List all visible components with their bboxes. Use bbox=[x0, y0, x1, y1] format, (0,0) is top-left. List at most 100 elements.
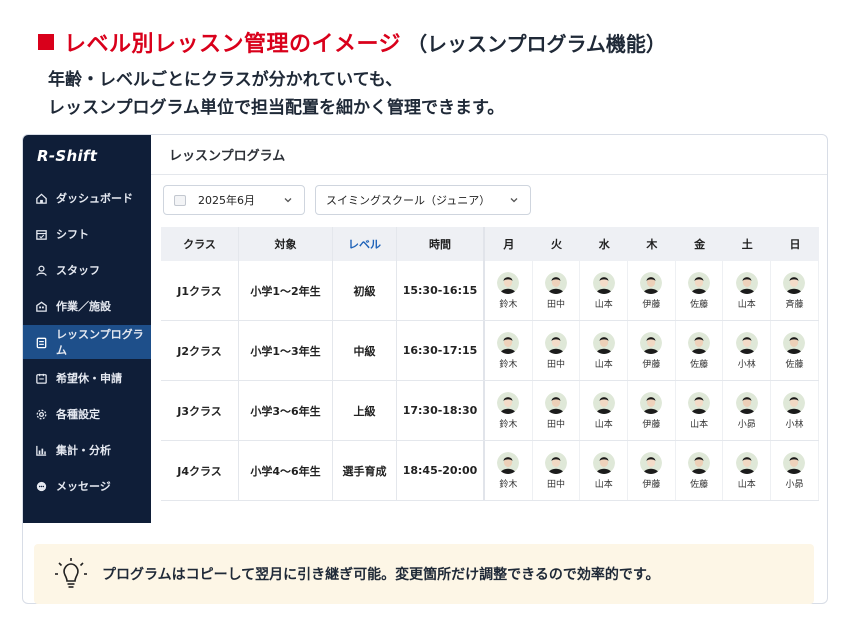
avatar bbox=[735, 271, 758, 294]
avatar bbox=[688, 391, 711, 414]
level-cell: 初級 bbox=[333, 261, 397, 320]
staff-name: 山本 bbox=[690, 419, 709, 430]
column-header-day: 月 bbox=[503, 238, 515, 251]
staff-cell[interactable]: 小林 bbox=[771, 381, 819, 440]
chart-icon bbox=[36, 445, 47, 456]
table-row[interactable]: J4クラス 小学4〜6年生 選手育成 18:45-20:00 鈴木 田中 山本 伊藤 佐藤 山本 小… bbox=[161, 441, 819, 501]
staff-name: 田中 bbox=[547, 479, 566, 490]
avatar bbox=[592, 331, 615, 354]
sidebar-item-label: メッセージ bbox=[56, 480, 111, 493]
target-cell: 小学3〜6年生 bbox=[239, 381, 333, 440]
sidebar-item-label: レッスンプログラム bbox=[56, 328, 144, 357]
lesson-table: クラス 対象 レベル 時間 月 火 水 木 金 土 日 J1クラス 小学1〜2年生… bbox=[161, 227, 819, 501]
sidebar-nav: ダッシュボード シフト スタッフ 作業／施設 レッスンプログラム 希望休・申請 bbox=[23, 181, 151, 505]
avatar bbox=[783, 451, 806, 474]
staff-cell[interactable]: 田中 bbox=[533, 261, 581, 320]
column-header-time: 時間 bbox=[397, 227, 485, 261]
staff-name: 田中 bbox=[547, 299, 566, 310]
staff-cell[interactable]: 鈴木 bbox=[485, 381, 533, 440]
staff-cell[interactable]: 佐藤 bbox=[771, 321, 819, 380]
staff-cell[interactable]: 田中 bbox=[533, 321, 581, 380]
staff-name: 山本 bbox=[594, 479, 613, 490]
staff-cell[interactable]: 鈴木 bbox=[485, 321, 533, 380]
sidebar-item-dashboard[interactable]: ダッシュボード bbox=[23, 181, 151, 215]
table-header: クラス 対象 レベル 時間 月 火 水 木 金 土 日 bbox=[161, 227, 819, 261]
staff-cell[interactable]: 伊藤 bbox=[628, 321, 676, 380]
staff-name: 小昴 bbox=[737, 419, 756, 430]
program-select[interactable]: スイミングスクール（ジュニア） bbox=[315, 185, 531, 215]
sidebar-item-facility[interactable]: 作業／施設 bbox=[23, 289, 151, 323]
staff-cell[interactable]: 佐藤 bbox=[676, 321, 724, 380]
heading-title: レベル別レッスン管理のイメージ bbox=[64, 32, 402, 57]
staff-name: 佐藤 bbox=[690, 299, 709, 310]
staff-cell[interactable]: 小昴 bbox=[723, 381, 772, 440]
sidebar-item-staff[interactable]: スタッフ bbox=[23, 253, 151, 287]
staff-cell[interactable]: 山本 bbox=[580, 441, 629, 500]
avatar bbox=[783, 331, 806, 354]
staff-cell[interactable]: 田中 bbox=[533, 381, 581, 440]
filter-bar: 2025年6月 スイミングスクール（ジュニア） bbox=[163, 185, 531, 215]
avatar bbox=[497, 391, 520, 414]
staff-name: 山本 bbox=[737, 479, 756, 490]
staff-cell[interactable]: 山本 bbox=[580, 381, 629, 440]
staff-cell[interactable]: 伊藤 bbox=[628, 261, 676, 320]
home-icon bbox=[36, 192, 47, 204]
staff-cell[interactable]: 小昴 bbox=[771, 441, 819, 500]
sidebar-item-lesson-program[interactable]: レッスンプログラム bbox=[23, 325, 151, 359]
class-cell: J4クラス bbox=[161, 441, 239, 500]
page-title: レッスンプログラム bbox=[151, 135, 827, 175]
column-header-level[interactable]: レベル bbox=[333, 227, 397, 261]
table-row[interactable]: J1クラス 小学1〜2年生 初級 15:30-16:15 鈴木 田中 山本 伊藤 佐藤 山本 斉藤 bbox=[161, 261, 819, 321]
staff-name: 佐藤 bbox=[690, 479, 709, 490]
staff-cell[interactable]: 山本 bbox=[723, 261, 772, 320]
class-cell: J2クラス bbox=[161, 321, 239, 380]
staff-cell[interactable]: 小林 bbox=[723, 321, 772, 380]
gear-icon bbox=[36, 409, 47, 419]
avatar bbox=[688, 331, 711, 354]
staff-cell[interactable]: 斉藤 bbox=[771, 261, 819, 320]
request-icon bbox=[36, 373, 47, 384]
sidebar-item-requests[interactable]: 希望休・申請 bbox=[23, 361, 151, 395]
time-cell: 16:30-17:15 bbox=[397, 321, 485, 380]
avatar bbox=[735, 391, 758, 414]
column-header-day: 火 bbox=[551, 238, 563, 251]
staff-cell[interactable]: 山本 bbox=[676, 381, 724, 440]
staff-cell[interactable]: 佐藤 bbox=[676, 261, 724, 320]
staff-cell[interactable]: 田中 bbox=[533, 441, 581, 500]
sidebar-item-analytics[interactable]: 集計・分析 bbox=[23, 433, 151, 467]
sidebar-item-messages[interactable]: メッセージ bbox=[23, 469, 151, 503]
staff-cell[interactable]: 伊藤 bbox=[628, 441, 676, 500]
staff-cell[interactable]: 佐藤 bbox=[676, 441, 724, 500]
staff-cell[interactable]: 鈴木 bbox=[485, 441, 533, 500]
staff-cell[interactable]: 山本 bbox=[723, 441, 772, 500]
staff-name: 伊藤 bbox=[642, 359, 661, 370]
heading: レベル別レッスン管理のイメージ （レッスンプログラム機能） bbox=[38, 26, 666, 58]
table-row[interactable]: J2クラス 小学1〜3年生 中級 16:30-17:15 鈴木 田中 山本 伊藤 佐藤 小林 佐藤 bbox=[161, 321, 819, 381]
month-select-value: 2025年6月 bbox=[198, 194, 255, 207]
clipboard-icon bbox=[36, 337, 47, 348]
table-row[interactable]: J3クラス 小学3〜6年生 上級 17:30-18:30 鈴木 田中 山本 伊藤 山本 小昴 小林 bbox=[161, 381, 819, 441]
avatar bbox=[640, 451, 663, 474]
sidebar-item-shift[interactable]: シフト bbox=[23, 217, 151, 251]
staff-name: 小昴 bbox=[785, 479, 804, 490]
staff-cell[interactable]: 伊藤 bbox=[628, 381, 676, 440]
month-select[interactable]: 2025年6月 bbox=[163, 185, 305, 215]
staff-name: 鈴木 bbox=[499, 359, 518, 370]
staff-cell[interactable]: 鈴木 bbox=[485, 261, 533, 320]
avatar bbox=[545, 391, 568, 414]
person-icon bbox=[36, 265, 47, 276]
description-line: 年齢・レベルごとにクラスが分かれていても、 bbox=[48, 70, 403, 90]
class-cell: J1クラス bbox=[161, 261, 239, 320]
column-header-day: 水 bbox=[598, 238, 610, 251]
time-cell: 18:45-20:00 bbox=[397, 441, 485, 500]
staff-name: 田中 bbox=[547, 419, 566, 430]
calendar-icon bbox=[36, 229, 47, 240]
avatar bbox=[688, 451, 711, 474]
avatar bbox=[688, 271, 711, 294]
staff-cell[interactable]: 山本 bbox=[580, 261, 629, 320]
staff-cell[interactable]: 山本 bbox=[580, 321, 629, 380]
heading-square-icon bbox=[38, 34, 54, 50]
sidebar-item-settings[interactable]: 各種設定 bbox=[23, 397, 151, 431]
staff-name: 山本 bbox=[737, 299, 756, 310]
column-header-target: 対象 bbox=[239, 227, 333, 261]
